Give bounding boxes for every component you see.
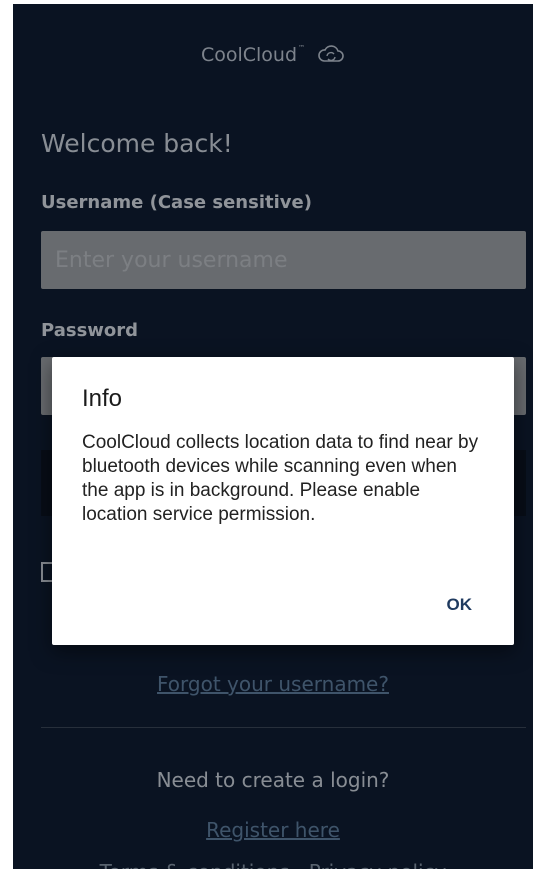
dialog-title: Info bbox=[82, 385, 123, 412]
dialog-message: CoolCloud collects location data to find… bbox=[82, 432, 479, 525]
info-dialog: Info CoolCloud collects location data to… bbox=[52, 357, 514, 645]
ok-button[interactable]: OK bbox=[447, 595, 473, 615]
